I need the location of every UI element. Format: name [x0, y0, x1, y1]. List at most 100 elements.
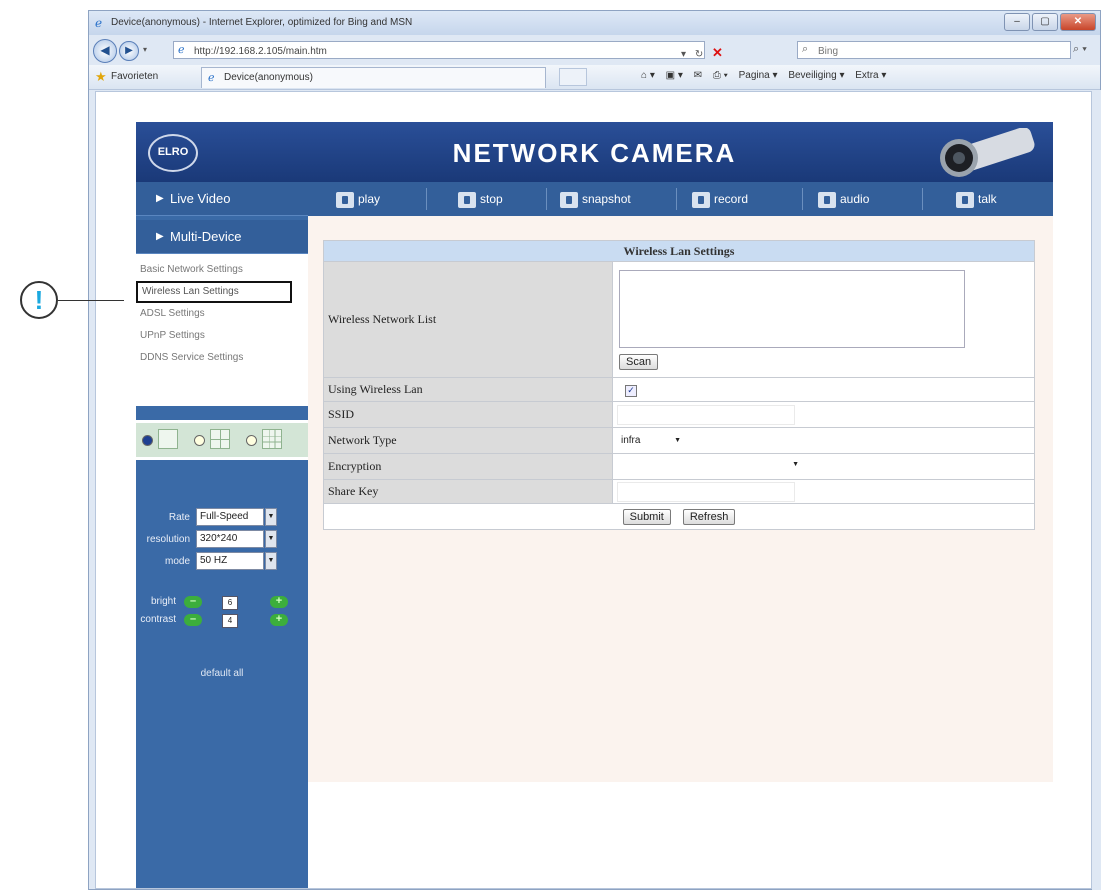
close-button[interactable]: ✕: [1060, 13, 1096, 31]
share-key-label: Share Key: [323, 479, 613, 504]
bright-label: bright: [150, 596, 176, 607]
bright-plus-button[interactable]: +: [270, 596, 288, 608]
dropdown-arrow-icon: ▼: [792, 460, 799, 468]
address-dropdown-icon[interactable]: ▾: [681, 49, 686, 60]
audio-button[interactable]: audio: [818, 182, 869, 216]
back-button[interactable]: ◀: [93, 39, 117, 63]
ssid-label: SSID: [323, 401, 613, 428]
snapshot-icon: [560, 191, 578, 208]
toolbar-separator: [922, 188, 923, 210]
talk-button[interactable]: talk: [956, 182, 997, 216]
sidebar: ▶ Live Video ▶ Multi-Device Basic Networ…: [136, 182, 308, 888]
network-type-select[interactable]: infra ▼: [617, 433, 683, 449]
submit-button[interactable]: Submit: [622, 508, 671, 525]
mode-select[interactable]: 50 HZ ▼: [196, 552, 277, 570]
home-icon[interactable]: ⌂ ▾: [641, 70, 655, 81]
ie-logo-icon: ℯ: [95, 16, 103, 30]
history-dropdown-icon[interactable]: ▾: [143, 45, 147, 54]
title-bar: ℯ Device(anonymous) - Internet Explorer,…: [89, 11, 1100, 35]
callout-line: [58, 300, 124, 301]
menu-adsl[interactable]: ADSL Settings: [136, 303, 308, 325]
cmd-page[interactable]: Pagina ▾: [739, 70, 778, 81]
network-settings-menu: Basic Network Settings Wireless Lan Sett…: [136, 254, 308, 406]
settings-panel: Wireless Lan Settings Wireless Network L…: [308, 216, 1053, 782]
favorites-label[interactable]: Favorieten: [111, 71, 158, 82]
layout-quad-icon: [210, 429, 230, 449]
layout-single-icon: [158, 429, 178, 449]
network-list-label: Wireless Network List: [323, 261, 613, 378]
favorites-star-icon[interactable]: ★: [95, 69, 107, 85]
contrast-plus-button[interactable]: +: [270, 614, 288, 626]
layout-4-radio[interactable]: [194, 435, 205, 446]
resolution-label: resolution: [146, 534, 190, 545]
address-input[interactable]: [192, 43, 516, 59]
layout-9-radio[interactable]: [246, 435, 257, 446]
stop-button[interactable]: stop: [458, 182, 503, 216]
multi-device-button[interactable]: ▶ Multi-Device: [136, 220, 308, 254]
audio-label: audio: [840, 192, 870, 206]
new-tab-button[interactable]: [559, 68, 587, 86]
resolution-select[interactable]: 320*240 ▼: [196, 530, 277, 548]
layout-selector: [136, 420, 308, 460]
talk-icon: [956, 191, 974, 208]
network-list-cell: Scan: [612, 261, 1035, 378]
minimize-button[interactable]: –: [1004, 13, 1030, 31]
live-video-button[interactable]: ▶ Live Video: [136, 182, 308, 216]
menu-wireless-lan[interactable]: Wireless Lan Settings: [136, 281, 292, 303]
rate-label: Rate: [168, 512, 190, 523]
maximize-button[interactable]: ▢: [1032, 13, 1058, 31]
toolbar-separator: [802, 188, 803, 210]
refresh-icon[interactable]: ↻: [695, 49, 703, 60]
print-icon[interactable]: ⎙ ▾: [713, 70, 728, 81]
refresh-button[interactable]: Refresh: [682, 508, 736, 525]
share-key-input[interactable]: [617, 481, 795, 502]
bright-minus-button[interactable]: –: [184, 596, 202, 608]
stop-label: stop: [480, 192, 503, 206]
form-actions: Submit Refresh: [323, 503, 1035, 530]
menu-basic-network[interactable]: Basic Network Settings: [136, 259, 308, 281]
dropdown-arrow-icon: ▼: [265, 508, 277, 526]
layout-1-radio[interactable]: [142, 435, 153, 446]
using-wlan-checkbox[interactable]: ✓: [625, 385, 637, 397]
feeds-icon[interactable]: ▣ ▾: [666, 70, 683, 81]
toolbar-separator: [676, 188, 677, 210]
scan-button[interactable]: Scan: [619, 353, 659, 370]
live-video-label: Live Video: [170, 191, 231, 206]
play-arrow-icon: ▶: [156, 231, 164, 242]
stop-icon[interactable]: ✕: [712, 45, 723, 60]
play-icon: [336, 191, 354, 208]
menu-ddns[interactable]: DDNS Service Settings: [136, 347, 308, 369]
network-type-value: infra: [621, 435, 641, 446]
ssid-input[interactable]: [617, 404, 795, 425]
page-content: ELRO NETWORK CAMERA ▶ Live Video ▶ Multi…: [95, 91, 1092, 889]
browser-tab[interactable]: ℯ Device(anonymous): [201, 67, 546, 88]
search-go-icon[interactable]: ⌕ ▾: [1073, 43, 1087, 56]
menu-upnp[interactable]: UPnP Settings: [136, 325, 308, 347]
default-all-link[interactable]: default all: [136, 668, 308, 679]
encryption-select[interactable]: ▼: [617, 456, 801, 473]
network-type-label: Network Type: [323, 427, 613, 454]
scrollbar[interactable]: [1092, 90, 1101, 890]
search-bar[interactable]: ⌕: [797, 41, 1071, 59]
using-wlan-label: Using Wireless Lan: [323, 377, 613, 402]
dropdown-arrow-icon: ▼: [265, 530, 277, 548]
cmd-security[interactable]: Beveiliging ▾: [788, 70, 844, 81]
camera-toolbar: play stop snapshot record audio talk: [308, 182, 1053, 216]
snapshot-button[interactable]: snapshot: [560, 182, 631, 216]
address-bar[interactable]: ℯ: [173, 41, 705, 59]
command-bar: ⌂ ▾ ▣ ▾ ✉ ⎙ ▾ Pagina ▾ Beveiliging ▾ Ext…: [641, 70, 894, 81]
contrast-minus-button[interactable]: –: [184, 614, 202, 626]
page-title: NETWORK CAMERA: [452, 138, 737, 168]
favorites-bar: ★ Favorieten ℯ Device(anonymous) ⌂ ▾ ▣ ▾…: [89, 65, 1100, 90]
talk-label: talk: [978, 192, 997, 206]
play-button[interactable]: play: [336, 182, 380, 216]
rate-select[interactable]: Full-Speed ▼: [196, 508, 277, 526]
search-input[interactable]: [816, 43, 1020, 59]
wireless-settings-table: Wireless Lan Settings Wireless Network L…: [323, 240, 1035, 530]
cmd-extra[interactable]: Extra ▾: [855, 70, 886, 81]
wireless-network-listbox[interactable]: [619, 269, 965, 348]
mail-icon[interactable]: ✉: [694, 70, 702, 81]
resolution-value: 320*240: [200, 533, 238, 544]
record-button[interactable]: record: [692, 182, 748, 216]
forward-button[interactable]: ▶: [119, 41, 139, 61]
